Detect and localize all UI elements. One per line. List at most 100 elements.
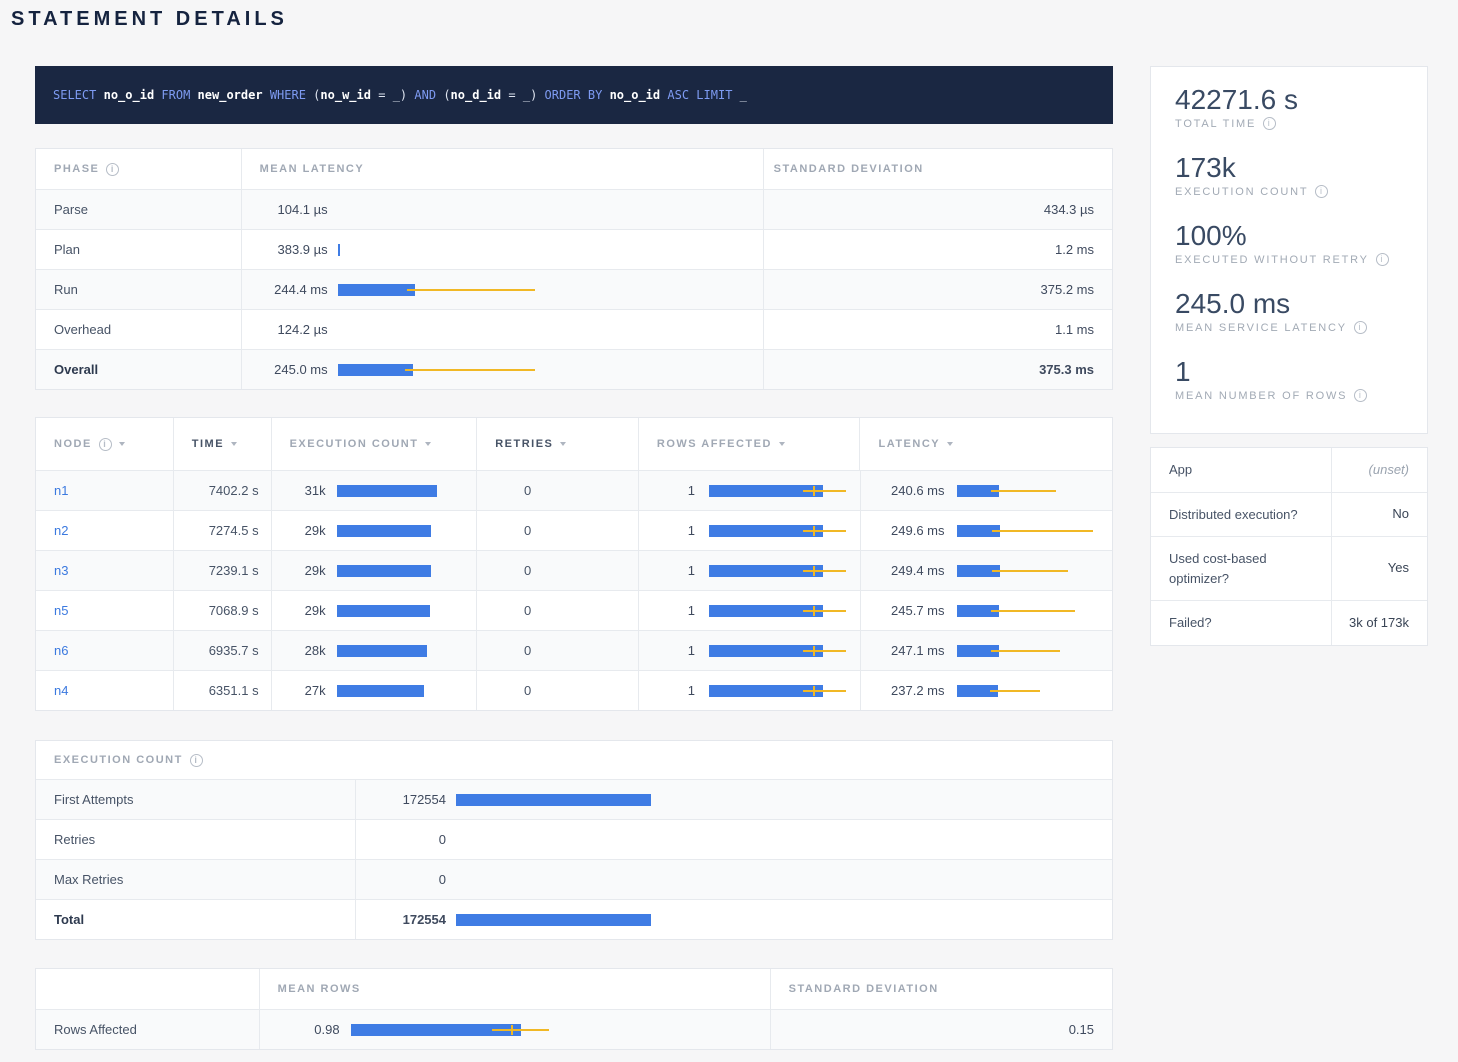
phase-label: Overall xyxy=(36,350,241,389)
stat-executed-without-retry: 100% EXECUTED WITHOUT RETRY i xyxy=(1175,221,1403,266)
node-link[interactable]: n3 xyxy=(54,563,68,578)
node-cell: n1 xyxy=(36,471,173,510)
sort-desc-icon xyxy=(425,442,431,446)
detail-label: Used cost-based optimizer? xyxy=(1151,537,1332,600)
column-header-execution-count-label: EXECUTION COUNT xyxy=(290,438,419,450)
info-icon[interactable]: i xyxy=(99,438,112,451)
stat-label: TOTAL TIME i xyxy=(1175,117,1403,130)
info-icon[interactable]: i xyxy=(1354,321,1367,334)
latency-bar xyxy=(338,244,755,256)
column-header-phase: PHASE i xyxy=(36,149,241,189)
node-link[interactable]: n1 xyxy=(54,483,68,498)
column-header-mean-latency: MEAN LATENCY xyxy=(241,149,763,189)
std-dev-value: 434.3 µs xyxy=(763,190,1112,229)
mean-latency-value: 124.2 µs xyxy=(250,322,328,337)
rows-affected-cell: 1 xyxy=(638,511,860,550)
execution-count-bar xyxy=(337,565,471,577)
stat-mean-number-of-rows: 1 MEAN NUMBER OF ROWS i xyxy=(1175,357,1403,402)
std-dev-value: 375.3 ms xyxy=(763,350,1112,389)
node-row: n6 6935.7 s 28k 0 1 247.1 ms xyxy=(36,630,1112,670)
detail-value: No xyxy=(1332,493,1427,537)
column-header-retries[interactable]: RETRIES xyxy=(476,418,638,470)
detail-label: Distributed execution? xyxy=(1151,493,1332,537)
execution-row-label: Retries xyxy=(36,820,356,859)
execution-row-label: First Attempts xyxy=(36,780,356,819)
node-link[interactable]: n5 xyxy=(54,603,68,618)
column-header-execution-count[interactable]: EXECUTION COUNT xyxy=(271,418,477,470)
execution-row-label: Max Retries xyxy=(36,860,356,899)
info-icon[interactable]: i xyxy=(190,754,203,767)
latency-cell: 240.6 ms xyxy=(860,471,1113,510)
column-header-latency[interactable]: LATENCY xyxy=(859,418,1112,470)
sql-keyword: WHERE xyxy=(270,88,306,102)
sql-statement-box: SELECT no_o_id FROM new_order WHERE (no_… xyxy=(35,66,1113,124)
stat-value: 100% xyxy=(1175,221,1403,251)
phase-row-overall: Overall 245.0 ms 375.3 ms xyxy=(36,349,1112,389)
rows-std-dev-value: 0.15 xyxy=(770,1010,1112,1049)
retries-cell: 0 xyxy=(476,591,638,630)
phase-label: Plan xyxy=(36,230,241,269)
execution-count-value: 27k xyxy=(280,683,326,698)
sql-keyword: FROM xyxy=(161,88,190,102)
node-row: n3 7239.1 s 29k 0 1 249.4 ms xyxy=(36,550,1112,590)
execution-row-value: 172554 xyxy=(358,912,446,927)
sql-identifier: new_order xyxy=(198,88,263,102)
mean-latency-cell: 244.4 ms xyxy=(241,270,763,309)
phase-label: Parse xyxy=(36,190,241,229)
column-header-latency-label: LATENCY xyxy=(878,438,940,450)
node-link[interactable]: n2 xyxy=(54,523,68,538)
node-row: n2 7274.5 s 29k 0 1 249.6 ms xyxy=(36,510,1112,550)
stat-label: MEAN SERVICE LATENCY i xyxy=(1175,321,1403,334)
info-icon[interactable]: i xyxy=(1263,117,1276,130)
retries-cell: 0 xyxy=(476,631,638,670)
column-header-node[interactable]: NODE i xyxy=(36,418,173,470)
time-cell: 7068.9 s xyxy=(173,591,271,630)
time-cell: 6351.1 s xyxy=(173,671,271,710)
column-header-standard-deviation: STANDARD DEVIATION xyxy=(770,969,1112,1009)
sql-keyword: ORDER BY xyxy=(545,88,603,102)
node-link[interactable]: n4 xyxy=(54,683,68,698)
latency-value: 245.7 ms xyxy=(869,603,945,618)
latency-bar xyxy=(957,565,1105,577)
time-cell: 7402.2 s xyxy=(173,471,271,510)
execution-count-cell: 27k xyxy=(271,671,477,710)
column-header-time[interactable]: TIME xyxy=(173,418,271,470)
rows-affected-value: 1 xyxy=(639,563,695,578)
node-table: NODE i TIME EXECUTION COUNT RETRIES ROWS… xyxy=(35,417,1113,711)
latency-value: 249.6 ms xyxy=(869,523,945,538)
latency-cell: 249.4 ms xyxy=(860,551,1113,590)
info-icon[interactable]: i xyxy=(106,163,119,176)
info-icon[interactable]: i xyxy=(1354,389,1367,402)
rows-affected-bar xyxy=(709,565,854,577)
execution-count-bar xyxy=(337,685,471,697)
phase-row-parse: Parse 104.1 µs 434.3 µs xyxy=(36,189,1112,229)
column-header-rows-affected[interactable]: ROWS AFFECTED xyxy=(638,418,860,470)
rows-affected-cell: 1 xyxy=(638,471,860,510)
sort-desc-icon xyxy=(119,442,125,446)
execution-count-cell: 31k xyxy=(271,471,477,510)
sort-desc-icon xyxy=(779,442,785,446)
info-icon[interactable]: i xyxy=(1376,253,1389,266)
sql-operator: = xyxy=(508,88,515,102)
mean-rows-bar xyxy=(351,1024,762,1036)
rows-affected-cell: 1 xyxy=(638,551,860,590)
stat-label-text: EXECUTED WITHOUT RETRY xyxy=(1175,254,1369,266)
column-header-rows-affected-label: ROWS AFFECTED xyxy=(657,438,772,450)
latency-value: 240.6 ms xyxy=(869,483,945,498)
rows-table-header-spacer xyxy=(36,969,259,1009)
sql-placeholder: _ xyxy=(740,88,747,102)
info-icon[interactable]: i xyxy=(1315,185,1328,198)
execution-count-value: 28k xyxy=(280,643,326,658)
page-title: STATEMENT DETAILS xyxy=(11,8,288,31)
rows-affected-label: Rows Affected xyxy=(36,1010,259,1049)
stat-label: MEAN NUMBER OF ROWS i xyxy=(1175,389,1403,402)
execution-count-value: 29k xyxy=(280,603,326,618)
latency-bar xyxy=(957,525,1105,537)
sql-operator: = xyxy=(378,88,385,102)
latency-bar xyxy=(338,364,755,376)
rows-affected-row: Rows Affected 0.98 0.15 xyxy=(36,1009,1112,1049)
latency-cell: 245.7 ms xyxy=(860,591,1113,630)
mean-rows-cell: 0.98 xyxy=(259,1010,770,1049)
details-card: App (unset) Distributed execution? No Us… xyxy=(1150,447,1428,646)
node-link[interactable]: n6 xyxy=(54,643,68,658)
